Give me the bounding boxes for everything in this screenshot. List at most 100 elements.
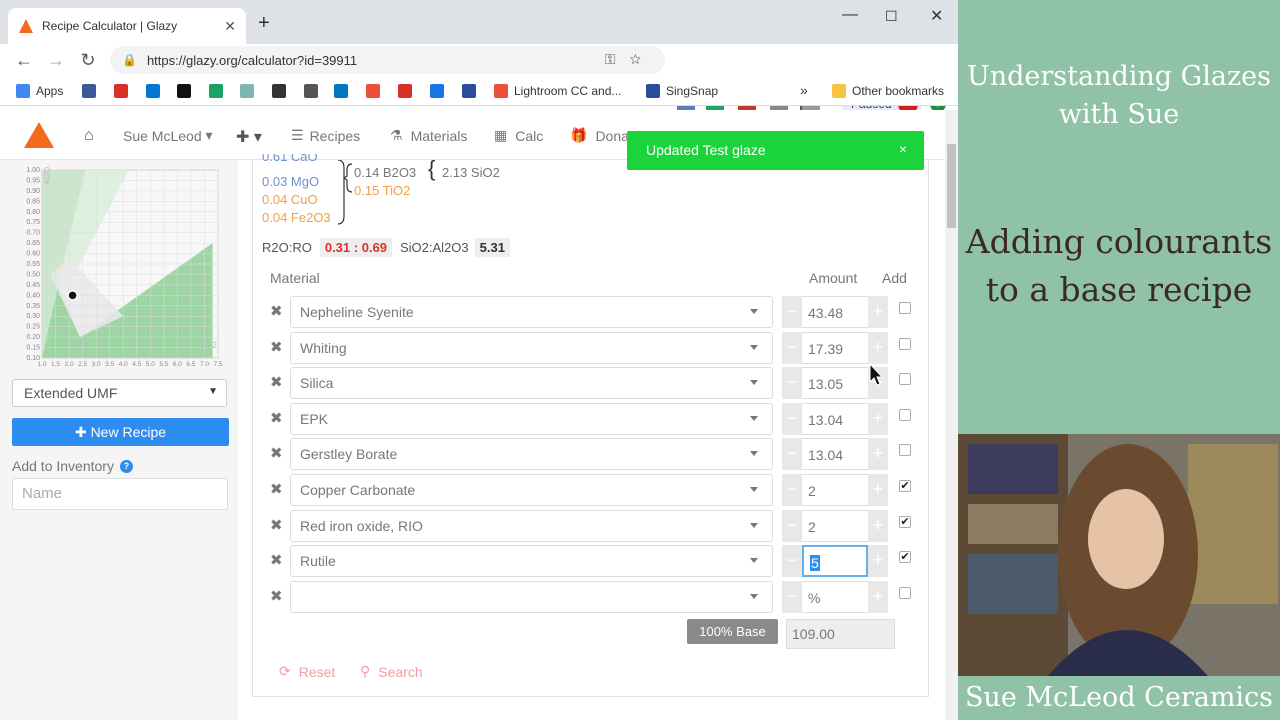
increment-button[interactable]: +: [868, 438, 888, 470]
minimize-icon[interactable]: —: [842, 6, 858, 24]
new-tab-icon[interactable]: +: [258, 12, 270, 35]
add-checkbox[interactable]: ✔: [899, 480, 911, 492]
increment-button[interactable]: +: [868, 581, 888, 613]
remove-material-icon[interactable]: ✖: [270, 444, 283, 462]
help-icon[interactable]: ?: [119, 459, 133, 473]
material-select[interactable]: Nepheline Syenite: [290, 296, 773, 328]
nav-materials[interactable]: ⚗ Materials: [390, 127, 467, 144]
decrement-button[interactable]: −: [782, 438, 802, 470]
bookmark-item[interactable]: [398, 84, 418, 98]
more-bookmarks-icon[interactable]: »: [800, 82, 808, 98]
add-checkbox[interactable]: [899, 302, 911, 314]
increment-button[interactable]: +: [868, 296, 888, 328]
search-button[interactable]: ⚲ Search: [360, 663, 423, 680]
bookmark-item[interactable]: [209, 84, 229, 98]
material-select[interactable]: Gerstley Borate: [290, 438, 773, 470]
decrement-button[interactable]: −: [782, 545, 802, 577]
decrement-button[interactable]: −: [782, 474, 802, 506]
close-window-icon[interactable]: ✕: [930, 6, 943, 26]
refresh-icon: ⟳: [279, 663, 291, 679]
remove-material-icon[interactable]: ✖: [270, 587, 283, 605]
add-checkbox[interactable]: [899, 338, 911, 350]
inventory-name-input[interactable]: Name: [12, 478, 228, 510]
bookmark-item[interactable]: [82, 84, 102, 98]
material-select[interactable]: Rutile: [290, 545, 773, 577]
remove-material-icon[interactable]: ✖: [270, 516, 283, 534]
add-checkbox[interactable]: [899, 587, 911, 599]
material-select[interactable]: Copper Carbonate: [290, 474, 773, 506]
bookmark-item[interactable]: [240, 84, 260, 98]
material-select[interactable]: Silica: [290, 367, 773, 399]
remove-material-icon[interactable]: ✖: [270, 480, 283, 498]
decrement-button[interactable]: −: [782, 332, 802, 364]
add-checkbox[interactable]: ✔: [899, 516, 911, 528]
remove-material-icon[interactable]: ✖: [270, 373, 283, 391]
amount-input[interactable]: 13.05: [802, 367, 868, 399]
add-checkbox[interactable]: [899, 444, 911, 456]
amount-input[interactable]: 13.04: [802, 438, 868, 470]
increment-button[interactable]: +: [868, 510, 888, 542]
increment-button[interactable]: +: [868, 474, 888, 506]
decrement-button[interactable]: −: [782, 581, 802, 613]
bookmark-item[interactable]: [177, 84, 197, 98]
bookmark-item[interactable]: [462, 84, 482, 98]
amount-input[interactable]: 13.04: [802, 403, 868, 435]
increment-button[interactable]: +: [868, 403, 888, 435]
user-menu[interactable]: Sue McLeod ▾: [123, 127, 213, 144]
maximize-icon[interactable]: ☐: [885, 8, 898, 25]
url-bar[interactable]: 🔒 https://glazy.org/calculator?id=39911 …: [110, 46, 665, 74]
bookmark-item[interactable]: Apps: [16, 84, 63, 98]
other-bookmarks-folder[interactable]: Other bookmarks: [832, 84, 944, 98]
decrement-button[interactable]: −: [782, 296, 802, 328]
close-toast-icon[interactable]: ×: [899, 141, 907, 157]
amount-column-header: Amount: [809, 270, 858, 286]
decrement-button[interactable]: −: [782, 403, 802, 435]
amount-input[interactable]: 17.39: [802, 332, 868, 364]
reset-button[interactable]: ⟳ Reset: [279, 663, 335, 680]
nav-donate[interactable]: 🎁 Donate: [570, 127, 630, 144]
nav-recipes[interactable]: ☰ Recipes: [291, 127, 360, 144]
material-select[interactable]: Whiting: [290, 332, 773, 364]
bookmark-item[interactable]: Lightroom CC and...: [494, 84, 621, 98]
close-tab-icon[interactable]: ✕: [224, 18, 236, 35]
bookmark-item[interactable]: SingSnap: [646, 84, 718, 98]
remove-material-icon[interactable]: ✖: [270, 551, 283, 569]
bookmark-item[interactable]: [146, 84, 166, 98]
amount-input[interactable]: %: [802, 581, 868, 613]
add-checkbox[interactable]: [899, 373, 911, 385]
amount-input[interactable]: 43.48: [802, 296, 868, 328]
bookmark-item[interactable]: [114, 84, 134, 98]
add-menu-icon[interactable]: ✚ ▾: [236, 127, 262, 147]
new-recipe-button[interactable]: ✚ New Recipe: [12, 418, 229, 446]
increment-button[interactable]: +: [868, 545, 888, 577]
bookmark-item[interactable]: [272, 84, 292, 98]
bookmark-item[interactable]: [366, 84, 386, 98]
material-select[interactable]: EPK: [290, 403, 773, 435]
glazy-logo-icon[interactable]: [24, 122, 54, 148]
material-select[interactable]: Red iron oxide, RIO: [290, 510, 773, 542]
scrollbar-thumb[interactable]: [947, 144, 956, 228]
umf-select[interactable]: Extended UMF ▼: [12, 379, 227, 407]
remove-material-icon[interactable]: ✖: [270, 338, 283, 356]
remove-material-icon[interactable]: ✖: [270, 302, 283, 320]
bookmark-item[interactable]: [430, 84, 450, 98]
amount-input[interactable]: 2: [802, 474, 868, 506]
remove-material-icon[interactable]: ✖: [270, 409, 283, 427]
key-star-icons[interactable]: ⚿☆: [605, 51, 655, 68]
decrement-button[interactable]: −: [782, 367, 802, 399]
add-checkbox[interactable]: ✔: [899, 551, 911, 563]
home-icon[interactable]: ⌂: [84, 127, 94, 145]
amount-input[interactable]: 2: [802, 510, 868, 542]
bookmark-item[interactable]: [334, 84, 354, 98]
increment-button[interactable]: +: [868, 332, 888, 364]
decrement-button[interactable]: −: [782, 510, 802, 542]
add-checkbox[interactable]: [899, 409, 911, 421]
reload-icon[interactable]: ↻: [72, 50, 104, 71]
browser-tab[interactable]: Recipe Calculator | Glazy ✕: [8, 8, 246, 44]
forward-icon[interactable]: →: [40, 50, 72, 71]
bookmark-item[interactable]: [304, 84, 324, 98]
material-select[interactable]: [290, 581, 773, 613]
nav-calc[interactable]: ▦ Calc: [494, 127, 543, 144]
back-icon[interactable]: ←: [8, 50, 40, 71]
amount-input[interactable]: 5: [802, 545, 868, 577]
